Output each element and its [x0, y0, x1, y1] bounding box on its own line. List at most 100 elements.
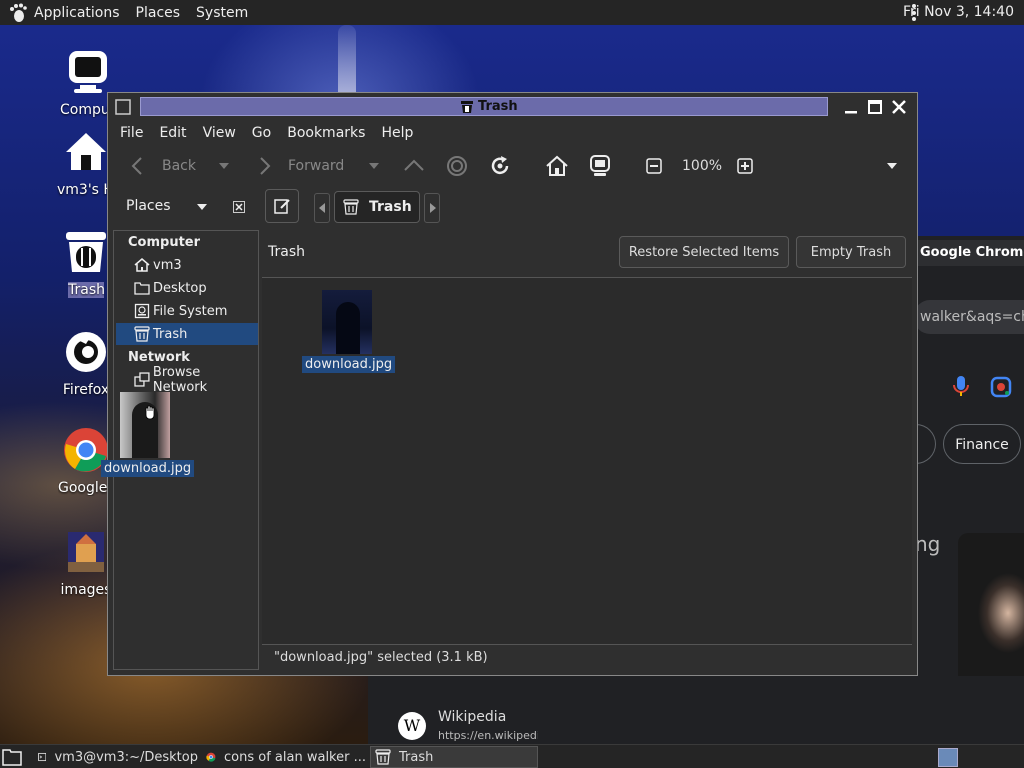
home-icon	[66, 133, 106, 170]
desktop-icon-label: Google Chrome	[58, 480, 114, 496]
trash-icon	[66, 232, 106, 272]
chrome-finance-chip[interactable]: Finance	[943, 424, 1021, 464]
sidebar-item-filesystem[interactable]: File System	[116, 300, 258, 322]
chevron-right-icon	[430, 203, 436, 213]
folder-icon	[134, 282, 150, 295]
drive-icon	[134, 303, 150, 319]
sidebar-item-browse-network[interactable]: Browse Network	[116, 365, 258, 395]
window-menu-icon[interactable]	[114, 98, 132, 116]
content-location-label: Trash	[268, 244, 305, 260]
file-thumbnail[interactable]	[322, 290, 372, 354]
chrome-window-title[interactable]: Google Chrome	[910, 240, 1024, 266]
lens-icon[interactable]	[990, 376, 1012, 398]
menu-help[interactable]: Help	[381, 125, 413, 141]
close-icon[interactable]	[890, 98, 908, 116]
places-label: Places	[126, 198, 171, 214]
desktop-icon-label: images	[60, 582, 112, 598]
computer-icon	[69, 51, 107, 93]
window-titlebar[interactable]: Trash	[108, 93, 917, 120]
menu-go[interactable]: Go	[252, 125, 271, 141]
home-icon	[134, 258, 150, 272]
show-desktop-icon[interactable]	[2, 747, 22, 767]
places-menu[interactable]: Places	[136, 5, 181, 21]
sidebar-item-label: Browse Network	[152, 365, 208, 395]
gnome-foot-icon[interactable]	[8, 3, 28, 23]
forward-arrow-icon	[260, 157, 271, 175]
menu-file[interactable]: File	[120, 125, 143, 141]
dragged-file-label[interactable]: download.jpg	[101, 460, 195, 477]
clock[interactable]: Fri Nov 3, 14:40	[903, 4, 1014, 20]
workspace-switcher[interactable]	[938, 748, 958, 767]
trash-icon	[461, 101, 473, 113]
sidebar-item-desktop[interactable]: Desktop	[116, 277, 258, 299]
image-icon	[68, 532, 104, 572]
breadcrumb-label: Trash	[369, 199, 412, 215]
maximize-icon[interactable]	[866, 98, 884, 116]
menu-edit[interactable]: Edit	[159, 125, 186, 141]
chevron-down-icon	[197, 204, 207, 210]
path-scroll-left[interactable]	[314, 193, 330, 223]
task-label: cons of alan walker ...	[224, 749, 366, 765]
menu-bookmarks[interactable]: Bookmarks	[287, 125, 365, 141]
sidebar-item-label: Trash	[153, 326, 188, 342]
back-history-dropdown-icon[interactable]	[218, 162, 230, 170]
sidebar-item-label: vm3	[153, 257, 182, 273]
forward-button[interactable]: Forward	[252, 154, 344, 178]
file-view[interactable]: download.jpg	[262, 278, 912, 644]
top-panel: Applications Places System	[0, 0, 1024, 25]
applications-menu[interactable]: Applications	[34, 5, 120, 21]
zoom-out-icon[interactable]	[646, 158, 662, 174]
sidebar-item-vm3[interactable]: vm3	[116, 254, 258, 276]
stop-icon[interactable]	[445, 154, 469, 178]
sidebar-item-trash[interactable]: Trash	[116, 323, 258, 345]
task-chrome[interactable]: cons of alan walker ...	[206, 746, 366, 768]
edit-location-icon	[274, 199, 290, 214]
task-label: vm3@vm3:~/Desktop	[54, 749, 198, 765]
places-selector[interactable]: Places	[113, 194, 254, 220]
sidebar-header-computer: Computer	[128, 235, 201, 250]
back-button[interactable]: Back	[126, 154, 196, 178]
breadcrumb-trash[interactable]: Trash	[334, 191, 420, 223]
reload-icon[interactable]	[488, 154, 512, 178]
forward-label: Forward	[288, 158, 345, 174]
home-icon[interactable]	[545, 154, 569, 178]
dragged-file-thumbnail[interactable]	[120, 392, 170, 458]
chrome-result-photo[interactable]	[958, 533, 1024, 691]
empty-trash-button[interactable]: Empty Trash	[796, 236, 906, 268]
result-url[interactable]: https://en.wikipedia	[438, 729, 538, 742]
back-label: Back	[162, 158, 196, 174]
chrome-snippet-text: ng	[915, 532, 941, 556]
toggle-location-button[interactable]	[265, 189, 299, 223]
result-site-name[interactable]: Wikipedia	[438, 709, 506, 725]
task-label: Trash	[399, 749, 434, 765]
chrome-icon	[206, 752, 216, 762]
path-scroll-right[interactable]	[424, 193, 440, 223]
task-terminal[interactable]: vm3@vm3:~/Desktop	[38, 746, 198, 768]
toolbar-overflow-icon[interactable]	[886, 162, 898, 170]
minimize-icon[interactable]	[842, 98, 860, 116]
task-trash[interactable]: Trash	[370, 746, 538, 768]
menu-view[interactable]: View	[203, 125, 236, 141]
system-menu[interactable]: System	[196, 5, 248, 21]
wikipedia-icon: W	[398, 712, 426, 740]
zoom-in-icon[interactable]	[737, 158, 753, 174]
zoom-level[interactable]: 100%	[682, 154, 722, 178]
up-icon[interactable]	[402, 154, 426, 178]
grab-hand-icon	[145, 405, 155, 420]
chrome-address-bar[interactable]: walker&aqs=chron	[914, 300, 1024, 334]
back-arrow-icon	[131, 157, 142, 175]
thumbnail-figure	[336, 302, 360, 354]
status-bar: "download.jpg" selected (3.1 kB)	[262, 644, 912, 670]
computer-icon[interactable]	[588, 154, 612, 178]
trash-icon	[375, 749, 391, 765]
restore-selected-button[interactable]: Restore Selected Items	[619, 236, 789, 268]
toolbar: Back Forward 100%	[108, 146, 917, 186]
trash-icon	[343, 199, 359, 215]
sidebar-header-network: Network	[128, 350, 190, 365]
file-name-label[interactable]: download.jpg	[302, 356, 396, 373]
trash-icon	[134, 326, 150, 342]
close-sidebar-icon[interactable]	[233, 201, 245, 213]
microphone-icon[interactable]	[952, 374, 970, 398]
forward-history-dropdown-icon[interactable]	[368, 162, 380, 170]
trash-info-bar: Trash Restore Selected Items Empty Trash	[262, 230, 912, 278]
